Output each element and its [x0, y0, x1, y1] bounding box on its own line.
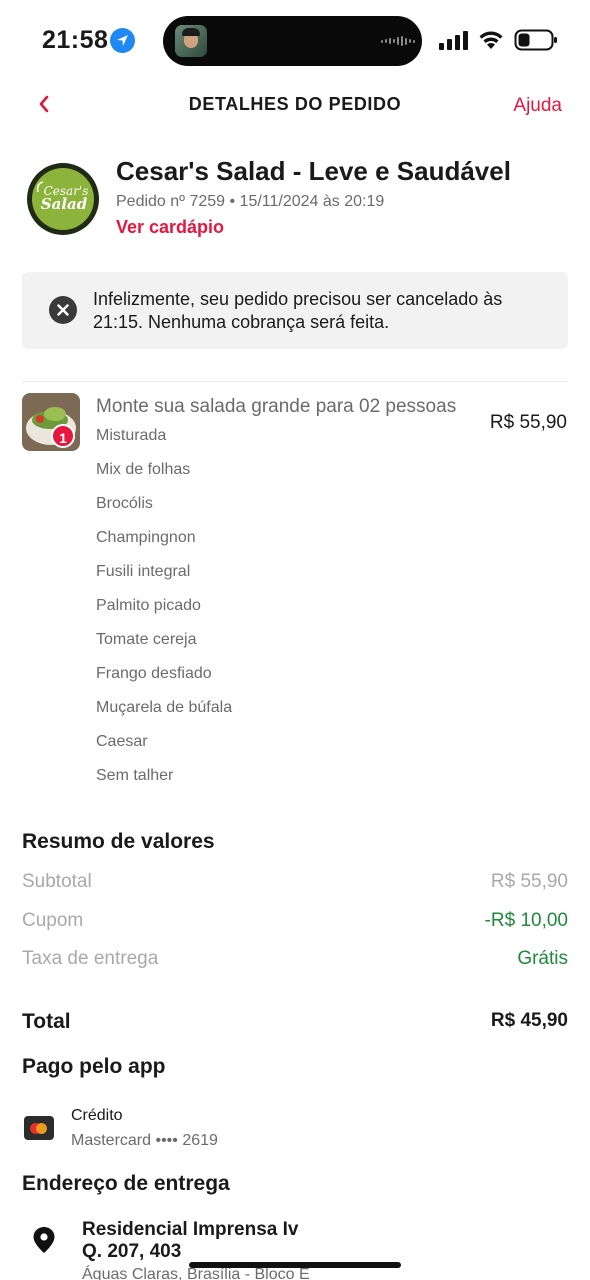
item-option: Champingnon — [96, 529, 196, 546]
payment-title: Pago pelo app — [22, 1055, 166, 1078]
item-price: R$ 55,90 — [489, 412, 567, 433]
coupon-value: -R$ 10,00 — [484, 910, 568, 931]
coupon-label: Cupom — [22, 910, 84, 931]
page-title: DETALHES DO PEDIDO — [188, 94, 402, 114]
mastercard-icon — [24, 1116, 54, 1140]
restaurant-logo[interactable]: Cesar's Salad — [26, 162, 100, 236]
item-option: Fusili integral — [96, 563, 191, 580]
media-thumbnail — [175, 25, 207, 57]
restaurant-name: Cesar's Salad - Leve e Saudável — [116, 156, 511, 186]
address-line-3: Águas Claras, Brasília - Bloco E — [82, 1266, 310, 1280]
item-option: Muçarela de búfala — [96, 699, 233, 716]
delivery-fee-value: Grátis — [517, 948, 568, 969]
subtotal-label: Subtotal — [22, 871, 92, 892]
item-option: Brocólis — [96, 495, 153, 512]
payment-type: Crédito — [71, 1107, 123, 1124]
subtotal-value: R$ 55,90 — [490, 871, 568, 892]
help-link[interactable]: Ajuda — [513, 95, 562, 117]
item-options-list: Misturada Mix de folhas Brocólis Champin… — [96, 426, 232, 800]
item-name: Monte sua salada grande para 02 pessoas — [96, 396, 457, 417]
item-option: Tomate cereja — [96, 631, 197, 648]
payment-card: Mastercard •••• 2619 — [71, 1132, 218, 1149]
address-line-2: Q. 207, 403 — [82, 1241, 182, 1262]
divider — [22, 381, 568, 382]
delivery-fee-label: Taxa de entrega — [22, 948, 159, 969]
address-title: Endereço de entrega — [22, 1172, 230, 1195]
item-option: Misturada — [96, 427, 167, 444]
cancel-notice: Infelizmente, seu pedido precisou ser ca… — [22, 272, 568, 349]
close-circle-icon — [49, 296, 77, 324]
cellular-signal-icon — [439, 30, 468, 50]
battery-icon — [514, 29, 557, 51]
item-option: Palmito picado — [96, 597, 201, 614]
wifi-icon — [479, 31, 503, 49]
total-value: R$ 45,90 — [490, 1010, 568, 1031]
quantity-badge: 1 — [51, 424, 75, 448]
dynamic-island[interactable] — [163, 16, 422, 66]
location-pin-icon — [33, 1227, 55, 1253]
item-option: Frango desfiado — [96, 665, 212, 682]
order-info: Pedido nº 7259 • 15/11/2024 às 20:19 — [116, 193, 385, 210]
total-label: Total — [22, 1010, 71, 1033]
cancel-notice-text: Infelizmente, seu pedido precisou ser ca… — [93, 289, 503, 332]
status-bar: 21:58 — [0, 0, 590, 80]
item-option: Sem talher — [96, 767, 174, 784]
status-time: 21:58 — [42, 26, 109, 54]
home-indicator[interactable] — [189, 1262, 401, 1268]
item-option: Mix de folhas — [96, 461, 191, 478]
audio-wave-icon — [381, 36, 415, 46]
summary-title: Resumo de valores — [22, 830, 215, 853]
item-option: Caesar — [96, 733, 148, 750]
svg-text:Salad: Salad — [41, 195, 88, 213]
view-menu-link[interactable]: Ver cardápio — [116, 217, 224, 238]
location-arrow-icon — [110, 28, 135, 53]
address-line-1: Residencial Imprensa Iv — [82, 1219, 299, 1240]
